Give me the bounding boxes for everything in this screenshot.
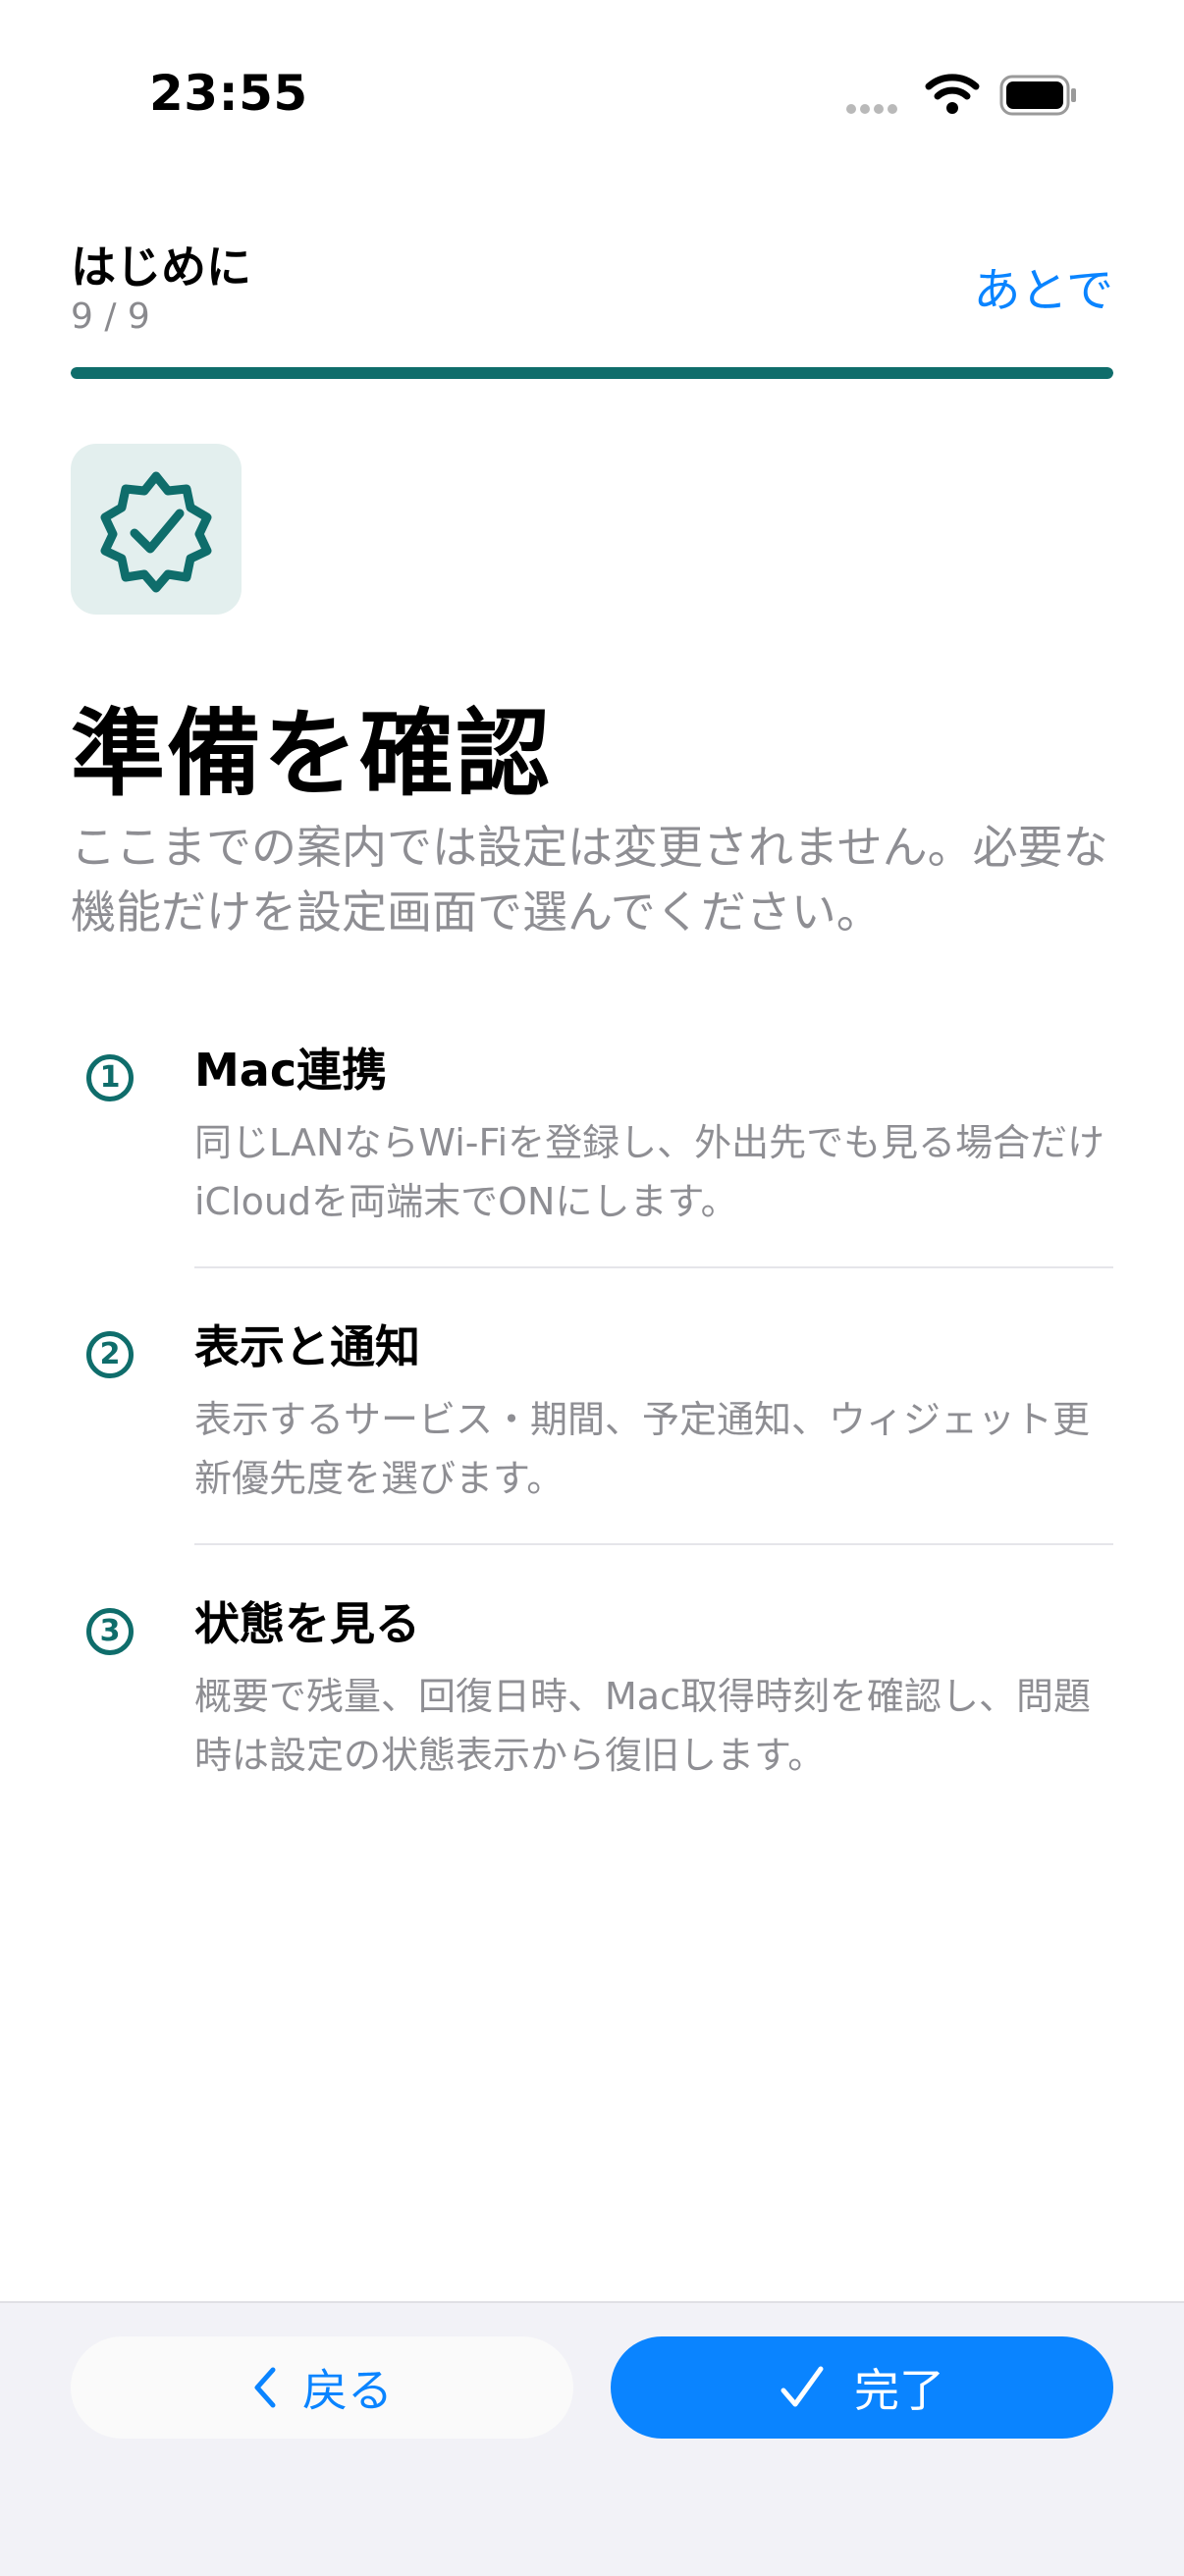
header-title: はじめに <box>71 241 251 294</box>
verified-badge-icon <box>100 471 212 593</box>
chevron-left-icon <box>254 2367 276 2408</box>
done-button[interactable]: 完了 <box>611 2336 1113 2439</box>
status-time: 23:55 <box>149 65 308 122</box>
list-item: 2 表示と通知 表示するサービス・期間、予定通知、ウィジェット更新優先度を選びま… <box>71 1304 1113 1508</box>
step-number-badge: 3 <box>86 1608 134 1655</box>
steps-list: 1 Mac連携 同じLANならWi-Fiを登録し、外出先でも見る場合だけiClo… <box>71 1027 1113 1785</box>
back-button-label: 戻る <box>302 2364 393 2417</box>
wifi-icon <box>925 73 980 116</box>
page-title: 準備を確認 <box>71 699 552 809</box>
divider <box>194 1266 1113 1268</box>
step-number-badge: 1 <box>86 1054 134 1101</box>
step-text: 同じLANならWi-Fiを登録し、外出先でも見る場合だけiCloudを両端末でO… <box>194 1121 1105 1223</box>
checkmark-icon <box>780 2366 824 2407</box>
step-title: 状態を見る <box>194 1597 420 1650</box>
battery-icon <box>999 75 1078 116</box>
step-number-badge: 2 <box>86 1331 134 1378</box>
step-text: 表示するサービス・期間、予定通知、ウィジェット更新優先度を選びます。 <box>194 1398 1091 1500</box>
cellular-signal-icon <box>846 104 905 116</box>
progress-bar <box>71 367 1113 379</box>
icon-tile <box>71 444 242 615</box>
list-item: 1 Mac連携 同じLANならWi-Fiを登録し、外出先でも見る場合だけiClo… <box>71 1027 1113 1231</box>
done-button-label: 完了 <box>854 2364 944 2417</box>
later-link[interactable]: あとで <box>973 251 1113 320</box>
page-description: ここまでの案内では設定は変更されません。必要な機能だけを設定画面で選んでください… <box>71 821 1108 939</box>
step-text: 概要で残量、回復日時、Mac取得時刻を確認し、問題時は設定の状態表示から復旧しま… <box>194 1675 1091 1777</box>
step-title: Mac連携 <box>194 1044 388 1097</box>
step-title: 表示と通知 <box>194 1320 420 1373</box>
progress-fill <box>71 367 1113 379</box>
divider <box>194 1543 1113 1545</box>
step-counter: 9 / 9 <box>71 296 150 337</box>
back-button[interactable]: 戻る <box>71 2336 573 2439</box>
list-item: 3 状態を見る 概要で残量、回復日時、Mac取得時刻を確認し、問題時は設定の状態… <box>71 1581 1113 1785</box>
